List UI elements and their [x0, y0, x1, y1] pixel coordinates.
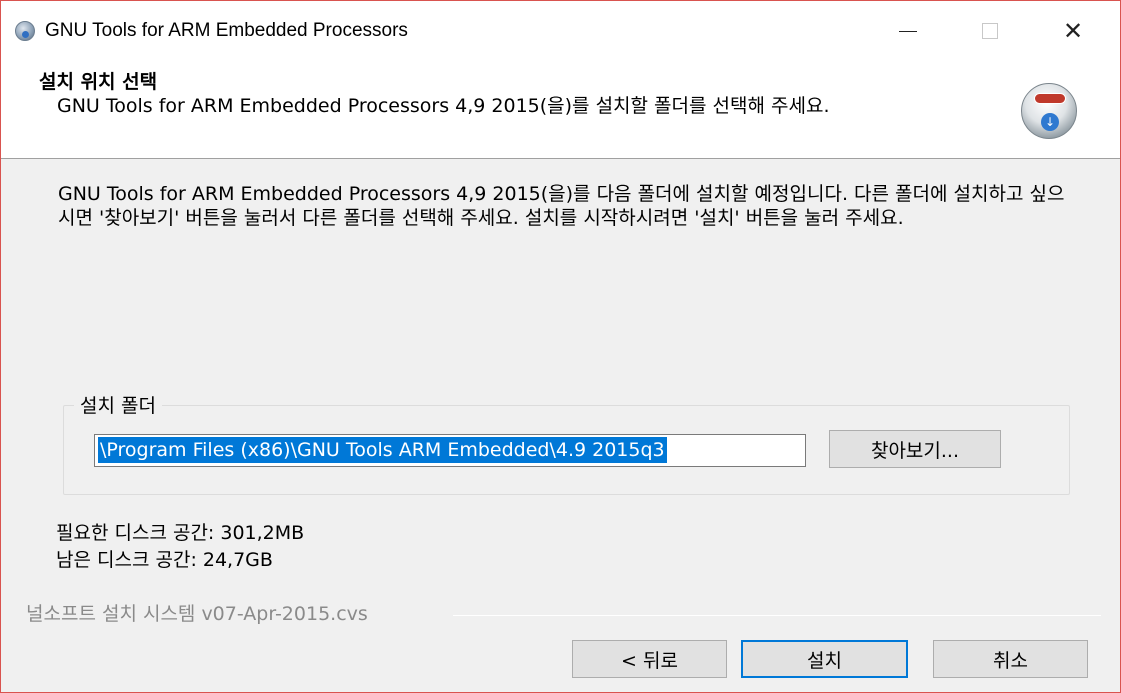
- cancel-button[interactable]: 취소: [933, 640, 1088, 678]
- window-title: GNU Tools for ARM Embedded Processors: [45, 20, 408, 41]
- app-icon: [15, 21, 35, 41]
- maximize-icon: [982, 23, 998, 39]
- install-folder-label: 설치 폴더: [74, 391, 162, 418]
- available-space-text: 남은 디스크 공간: 24,7GB: [56, 549, 273, 571]
- download-arrow-icon: ↓: [1041, 113, 1059, 131]
- minimize-icon: [899, 30, 917, 32]
- wizard-header: 설치 위치 선택 GNU Tools for ARM Embedded Proc…: [1, 61, 1120, 159]
- installer-brand: 널소프트 설치 시스템 v07-Apr-2015.cvs: [26, 603, 368, 625]
- installer-window: GNU Tools for ARM Embedded Processors ✕ …: [0, 0, 1121, 693]
- minimize-button[interactable]: [876, 1, 940, 61]
- disk-space-info: 필요한 디스크 공간: 301,2MB 남은 디스크 공간: 24,7GB: [56, 520, 304, 574]
- maximize-button[interactable]: [958, 1, 1022, 61]
- title-bar: GNU Tools for ARM Embedded Processors ✕: [1, 1, 1120, 61]
- install-path-value: \Program Files (x86)\GNU Tools ARM Embed…: [98, 437, 667, 463]
- install-folder-group: 설치 폴더 \Program Files (x86)\GNU Tools ARM…: [63, 391, 1070, 495]
- installer-icon: ↓: [1021, 83, 1077, 139]
- install-description: GNU Tools for ARM Embedded Processors 4,…: [58, 183, 1065, 229]
- close-icon: ✕: [1062, 17, 1084, 45]
- close-button[interactable]: ✕: [1041, 1, 1105, 61]
- install-button[interactable]: 설치: [741, 640, 908, 678]
- back-button[interactable]: < 뒤로: [572, 640, 727, 678]
- required-space-text: 필요한 디스크 공간: 301,2MB: [56, 522, 305, 544]
- footer-divider: [453, 615, 1101, 616]
- browse-button[interactable]: 찾아보기...: [829, 430, 1001, 468]
- page-subtitle: GNU Tools for ARM Embedded Processors 4,…: [57, 95, 830, 117]
- install-path-input[interactable]: \Program Files (x86)\GNU Tools ARM Embed…: [94, 434, 806, 467]
- page-title: 설치 위치 선택: [39, 71, 158, 93]
- installer-badge-icon: [1034, 93, 1066, 104]
